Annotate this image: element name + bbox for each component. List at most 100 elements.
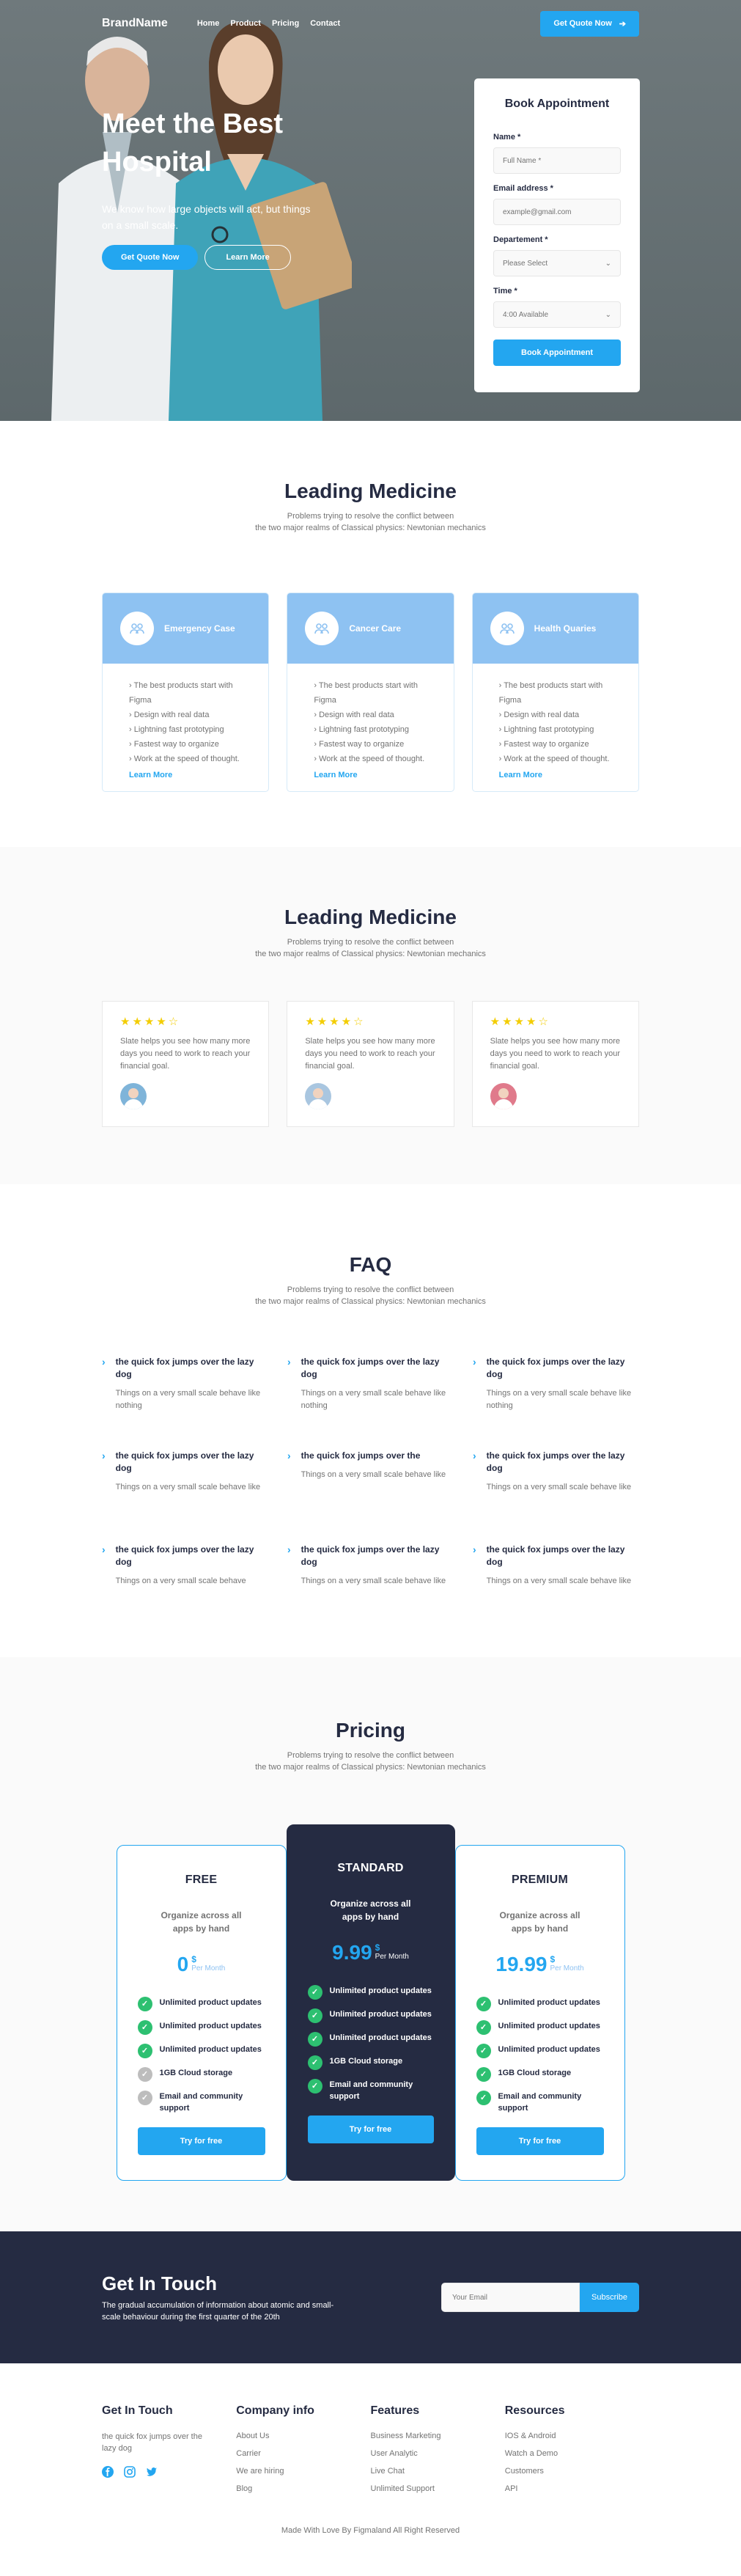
- plan-feature-label: Email and community support: [498, 2092, 582, 2113]
- chevron-down-icon: ⌄: [605, 259, 611, 268]
- faq-item[interactable]: › the quick fox jumps over the lazy dog Th…: [102, 1450, 270, 1523]
- faq-subtitle-line1: Problems trying to resolve the conflict …: [287, 1285, 454, 1294]
- try-for-free-button[interactable]: Try for free: [137, 2127, 265, 2155]
- footer-link[interactable]: Unlimited Support: [371, 2484, 505, 2494]
- faq-text: the quick fox jumps over the lazy dog Thi…: [116, 1450, 270, 1523]
- faq-answer: Things on a very small scale behave like…: [301, 1389, 446, 1410]
- plan-feature: ✓ 1GB Cloud storage: [307, 2055, 434, 2070]
- check-icon: ✓: [476, 2020, 491, 2035]
- footer-link[interactable]: Customers: [505, 2466, 639, 2476]
- name-field[interactable]: Full Name *: [493, 147, 621, 174]
- plan-name: STANDARD: [337, 1862, 404, 1874]
- plan-feature: ✓ Unlimited product updates: [137, 1997, 265, 2011]
- subscribe-button[interactable]: Subscribe: [580, 2283, 639, 2312]
- footer-col-title: Company info: [236, 2404, 314, 2417]
- footer-description: the quick fox jumps over the lazy dog: [102, 2432, 202, 2453]
- faq-item[interactable]: › the quick fox jumps over the lazy dog Th…: [102, 1356, 270, 1429]
- hero-learn-more-button[interactable]: Learn More: [204, 245, 291, 270]
- twitter-icon[interactable]: [146, 2466, 158, 2481]
- service-feature-item: › Work at the speed of thought.: [499, 752, 612, 766]
- department-select[interactable]: Please Select ⌄: [493, 250, 621, 276]
- faq-title: FAQ: [349, 1253, 392, 1276]
- faq-item[interactable]: › the quick fox jumps over the Things on a…: [287, 1450, 455, 1523]
- book-appointment-form: Book Appointment Name * Full Name * Emai…: [474, 78, 640, 392]
- faq-answer: Things on a very small scale behave like: [486, 1483, 632, 1491]
- services-subtitle: Problems trying to resolve the conflict …: [102, 510, 639, 534]
- faq-item[interactable]: › the quick fox jumps over the lazy dog Th…: [473, 1356, 641, 1429]
- footer-link[interactable]: Live Chat: [371, 2466, 505, 2476]
- faq-subtitle: Problems trying to resolve the conflict …: [102, 1284, 639, 1307]
- plan-name: FREE: [185, 1874, 218, 1886]
- footer-link[interactable]: Watch a Demo: [505, 2448, 639, 2459]
- footer-link[interactable]: We are hiring: [236, 2466, 370, 2476]
- faq-answer: Things on a very small scale behave like: [115, 1483, 261, 1491]
- chevron-right-icon: ›: [129, 725, 134, 734]
- footer-link[interactable]: Business Marketing: [371, 2431, 505, 2441]
- avatar: [490, 1083, 517, 1109]
- chevron-right-icon: ›: [473, 1450, 476, 1461]
- service-feature-item: › Fastest way to organize: [499, 737, 612, 752]
- plan-feature: ✓ Unlimited product updates: [137, 2020, 265, 2035]
- plan-feature: ✓ Unlimited product updates: [476, 1997, 604, 2011]
- faq-item[interactable]: › the quick fox jumps over the lazy dog Th…: [287, 1356, 455, 1429]
- chevron-right-icon: ›: [473, 1544, 476, 1555]
- time-select[interactable]: 4:00 Available ⌄: [493, 301, 621, 328]
- learn-more-link[interactable]: Learn More: [499, 768, 612, 782]
- footer-link[interactable]: API: [505, 2484, 639, 2494]
- price-value: 0: [177, 1953, 189, 1975]
- plan-price: 9.99 $ Per Month: [308, 1941, 434, 1964]
- faq-subtitle-line2: the two major realms of Classical physic…: [255, 1297, 486, 1306]
- faq-item[interactable]: › the quick fox jumps over the lazy dog Th…: [287, 1544, 455, 1617]
- faq-item[interactable]: › the quick fox jumps over the lazy dog Th…: [473, 1450, 641, 1523]
- learn-more-link[interactable]: Learn More: [314, 768, 427, 782]
- chevron-right-icon: ›: [129, 711, 134, 719]
- faq-item[interactable]: › the quick fox jumps over the lazy dog Th…: [102, 1544, 270, 1617]
- service-card-title: Health Quaries: [534, 623, 597, 634]
- price-currency: $: [191, 1954, 196, 1964]
- instagram-icon[interactable]: [124, 2466, 136, 2481]
- email-field[interactable]: example@gmail.com: [493, 199, 621, 225]
- service-feature-item: › Lightning fast prototyping: [129, 722, 242, 737]
- chevron-right-icon: ›: [287, 1356, 291, 1368]
- footer-link[interactable]: About Us: [236, 2431, 370, 2441]
- footer-link[interactable]: IOS & Android: [505, 2431, 639, 2441]
- team-icon: [490, 612, 524, 645]
- faq-item[interactable]: › the quick fox jumps over the lazy dog Th…: [473, 1544, 641, 1617]
- service-feature-label: Fastest way to organize: [133, 740, 219, 749]
- chevron-right-icon: ›: [102, 1356, 106, 1368]
- learn-more-link[interactable]: Learn More: [129, 768, 242, 782]
- faq-question: the quick fox jumps over the lazy dog: [486, 1357, 625, 1379]
- hero-quote-button[interactable]: Get Quote Now: [102, 245, 199, 270]
- service-card-title: Emergency Case: [164, 623, 235, 634]
- check-icon: ✓: [137, 2044, 152, 2058]
- check-icon: ✓: [137, 2091, 152, 2105]
- footer-link[interactable]: User Analytic: [371, 2448, 505, 2459]
- email-input[interactable]: Your Email: [441, 2283, 580, 2312]
- form-title: Book Appointment: [504, 98, 610, 110]
- service-card-body: › The best products start with Figma › De…: [287, 664, 453, 791]
- book-appointment-button[interactable]: Book Appointment: [493, 340, 621, 366]
- service-feature-item: › Work at the speed of thought.: [129, 752, 242, 766]
- faq-answer: Things on a very small scale behave: [115, 1577, 246, 1585]
- plan-features: ✓ Unlimited product updates ✓ Unlimited pro…: [307, 1985, 434, 2102]
- check-icon: ✓: [476, 1997, 491, 2011]
- plan-feature-label: Unlimited product updates: [498, 2045, 600, 2054]
- try-for-free-button[interactable]: Try for free: [307, 2116, 434, 2143]
- hero-buttons: Get Quote Now Learn More: [102, 245, 291, 270]
- footer: Get In Touch the quick fox jumps over th…: [0, 2363, 741, 2535]
- plan-feature-label: Unlimited product updates: [159, 2045, 262, 2054]
- footer-link[interactable]: Blog: [236, 2484, 370, 2494]
- pricing-card-premium: PREMIUM Organize across all apps by hand 1…: [454, 1845, 625, 2181]
- faq-text: the quick fox jumps over the lazy dog Thi…: [116, 1544, 270, 1617]
- footer-col-title: Resources: [504, 2404, 565, 2417]
- footer-link[interactable]: Carrier: [236, 2448, 370, 2459]
- faq-text: the quick fox jumps over the lazy dog Thi…: [301, 1544, 455, 1617]
- try-for-free-button[interactable]: Try for free: [476, 2127, 604, 2155]
- copyright-text: Made With Love By Figmaland All Right Re…: [281, 2526, 460, 2535]
- testimonial-text: Slate helps you see how many more days y…: [305, 1037, 435, 1071]
- service-feature-item: › Design with real data: [129, 708, 242, 722]
- time-label: Time *: [493, 287, 517, 296]
- facebook-icon[interactable]: [102, 2466, 114, 2481]
- team-icon: [120, 612, 154, 645]
- service-card-header: Cancer Care: [287, 593, 454, 664]
